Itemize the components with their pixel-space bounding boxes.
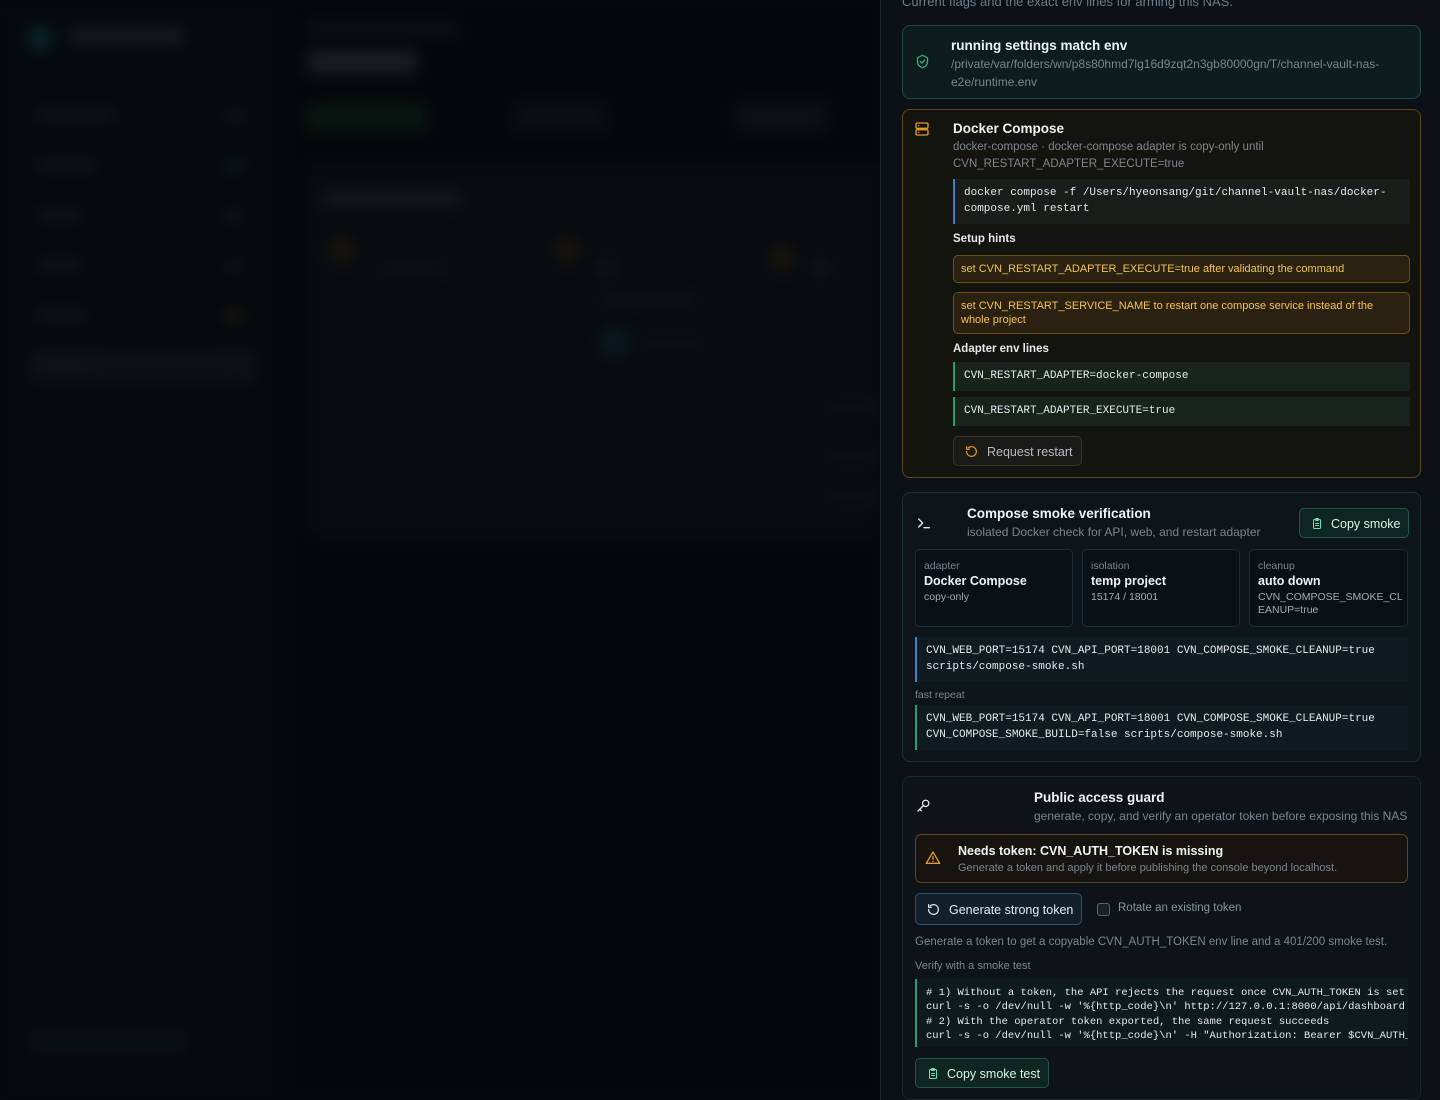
warning-title: Needs token: CVN_AUTH_TOKEN is missing (958, 844, 1224, 858)
verify-label: Verify with a smoke test (915, 960, 1031, 972)
copy-smoke-test-label: Copy smoke test (947, 1067, 1041, 1081)
setup-hints-label: Setup hints (953, 233, 1016, 245)
copy-smoke-label: Copy smoke (1331, 517, 1401, 531)
settings-drawer: Current flags and the exact env lines fo… (880, 0, 1440, 1100)
smoke-test-code[interactable]: # 1) Without a token, the API rejects th… (915, 979, 1408, 1047)
setup-hint: set CVN_RESTART_SERVICE_NAME to restart … (953, 292, 1410, 334)
warning-subtitle: Generate a token and apply it before pub… (958, 862, 1338, 874)
terminal-icon (918, 518, 930, 529)
adapter-env-line[interactable]: CVN_RESTART_ADAPTER_EXECUTE=true (953, 397, 1410, 426)
rotate-token-checkbox[interactable] (1097, 903, 1110, 916)
public-access-guard-card: Public access guard generate, copy, and … (902, 776, 1421, 1100)
compose-smoke-card: Compose smoke verification isolated Dock… (902, 492, 1421, 762)
docker-compose-title: Docker Compose (953, 121, 1065, 136)
adapter-env-line[interactable]: CVN_RESTART_ADAPTER=docker-compose (953, 362, 1410, 391)
stat-adapter: adapter Docker Compose copy-only (915, 549, 1073, 627)
restart-command[interactable]: docker compose -f /Users/hyeonsang/git/c… (953, 179, 1410, 224)
fast-repeat-command[interactable]: CVN_WEB_PORT=15174 CVN_API_PORT=18001 CV… (915, 705, 1408, 750)
clipboard-icon (1313, 518, 1321, 529)
generate-token-label: Generate strong token (949, 903, 1074, 917)
env-file-path: /private/var/folders/wn/p8s80hmd7lg16d9z… (951, 57, 1380, 89)
server-icon (915, 122, 929, 136)
rotate-ccw-icon (966, 446, 977, 457)
smoke-command[interactable]: CVN_WEB_PORT=15174 CVN_API_PORT=18001 CV… (915, 637, 1408, 682)
compose-smoke-description: isolated Docker check for API, web, and … (967, 525, 1261, 539)
docker-compose-card: Docker Compose docker-compose · docker-c… (902, 109, 1421, 478)
alert-triangle-icon (925, 851, 941, 864)
compose-smoke-title: Compose smoke verification (967, 506, 1151, 521)
request-restart-label: Request restart (987, 445, 1073, 459)
copy-smoke-button[interactable]: Copy smoke (1299, 508, 1409, 538)
code-line: # 2) With the operator token exported, t… (926, 1015, 1330, 1028)
shield-check-icon (916, 54, 929, 69)
code-line: curl -s -o /dev/null -w '%{http_code}\n'… (926, 1001, 1405, 1014)
env-match-card: running settings match env /private/var/… (902, 25, 1421, 99)
env-match-title: running settings match env (951, 38, 1128, 53)
fast-repeat-label: fast repeat (915, 689, 965, 701)
adapter-env-lines-label: Adapter env lines (953, 343, 1049, 355)
key-icon (917, 799, 930, 812)
missing-token-warning: Needs token: CVN_AUTH_TOKEN is missing G… (915, 834, 1408, 883)
request-restart-button[interactable]: Request restart (953, 436, 1082, 466)
rotate-token-label[interactable]: Rotate an existing token (1118, 902, 1241, 914)
public-access-guard-description: generate, copy, and verify an operator t… (1034, 809, 1408, 823)
generate-token-button[interactable]: Generate strong token (915, 893, 1082, 925)
copy-smoke-test-button[interactable]: Copy smoke test (915, 1058, 1049, 1088)
clipboard-icon (929, 1068, 937, 1079)
token-note: Generate a token to get a copyable CVN_A… (915, 936, 1388, 948)
setup-hint: set CVN_RESTART_ADAPTER_EXECUTE=true aft… (953, 255, 1410, 283)
refresh-icon (928, 904, 939, 915)
background-app (0, 0, 880, 1100)
code-line: # 1) Without a token, the API rejects th… (926, 987, 1405, 999)
code-line: curl -s -o /dev/null -w '%{http_code}\n'… (926, 1029, 1408, 1042)
drawer-subtitle: Current flags and the exact env lines fo… (902, 0, 1233, 9)
stat-isolation: isolation temp project 15174 / 18001 (1082, 549, 1240, 627)
public-access-guard-title: Public access guard (1034, 790, 1165, 805)
docker-compose-description: docker-compose · docker-compose adapter … (953, 141, 1264, 170)
stat-cleanup: cleanup auto down CVN_COMPOSE_SMOKE_CLEA… (1249, 549, 1408, 627)
